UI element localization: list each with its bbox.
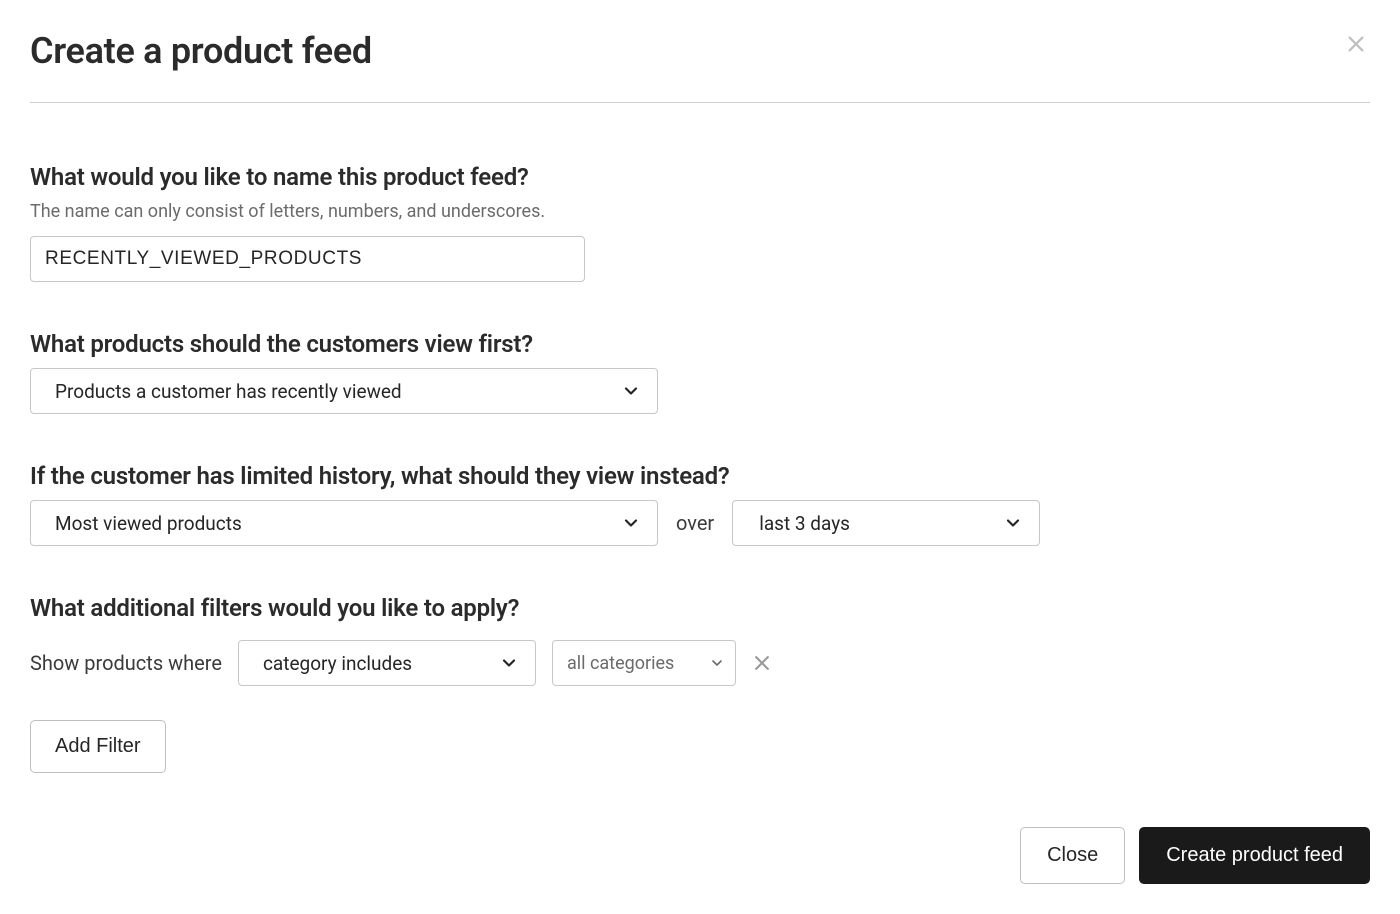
filter-type-selected: category includes [263, 652, 412, 675]
name-hint: The name can only consist of letters, nu… [30, 201, 1370, 222]
dialog-title: Create a product feed [30, 30, 372, 72]
create-product-feed-button[interactable]: Create product feed [1139, 827, 1370, 884]
view-first-question: What products should the customers view … [30, 330, 1370, 358]
filter-value-selected: all categories [567, 653, 674, 674]
fallback-selected: Most viewed products [55, 512, 242, 535]
filter-value-select[interactable]: all categories [552, 640, 736, 686]
view-first-select[interactable]: Products a customer has recently viewed [30, 368, 658, 414]
fallback-section: If the customer has limited history, wha… [30, 462, 1370, 546]
add-filter-button[interactable]: Add Filter [30, 720, 166, 773]
filter-type-select[interactable]: category includes [238, 640, 536, 686]
filters-question: What additional filters would you like t… [30, 594, 1370, 622]
remove-filter-button[interactable] [752, 653, 772, 673]
fallback-select[interactable]: Most viewed products [30, 500, 658, 546]
feed-name-input[interactable] [30, 236, 585, 282]
filters-section: What additional filters would you like t… [30, 594, 1370, 773]
chevron-down-icon [621, 381, 641, 401]
fallback-period-selected: last 3 days [759, 512, 850, 535]
chevron-down-icon [1003, 513, 1023, 533]
name-question: What would you like to name this product… [30, 163, 1370, 191]
view-first-section: What products should the customers view … [30, 330, 1370, 414]
over-label: over [676, 511, 714, 535]
chevron-down-icon [499, 653, 519, 673]
dialog-footer: Close Create product feed [1020, 827, 1370, 884]
view-first-selected: Products a customer has recently viewed [55, 380, 402, 403]
name-section: What would you like to name this product… [30, 163, 1370, 282]
close-dialog-button[interactable] [1342, 30, 1370, 58]
chevron-down-icon [709, 655, 725, 671]
close-icon [752, 653, 772, 673]
close-button[interactable]: Close [1020, 827, 1125, 884]
close-icon [1345, 33, 1367, 55]
fallback-question: If the customer has limited history, wha… [30, 462, 1370, 490]
show-products-where-label: Show products where [30, 651, 222, 675]
chevron-down-icon [621, 513, 641, 533]
fallback-period-select[interactable]: last 3 days [732, 500, 1040, 546]
dialog-header: Create a product feed [30, 30, 1370, 103]
